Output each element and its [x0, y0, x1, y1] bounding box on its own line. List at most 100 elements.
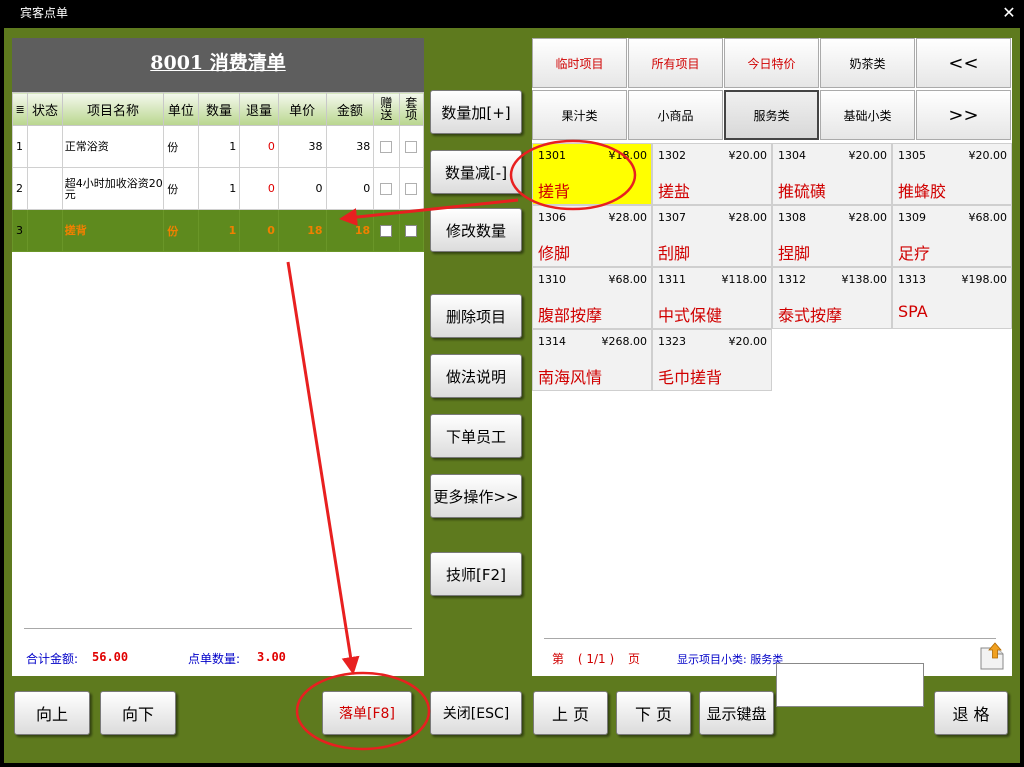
row-unit: 份 [163, 125, 199, 168]
row-price: 0 [277, 167, 327, 210]
item-code: 1312 [778, 273, 806, 286]
item-tile[interactable]: 1302 ¥20.00 搓盐 [652, 143, 772, 205]
order-count-value: 3.00 [257, 650, 286, 664]
item-price: ¥28.00 [848, 211, 888, 224]
page-word: 第 [552, 652, 565, 666]
input-field[interactable] [776, 663, 924, 707]
gift-checkbox[interactable] [380, 141, 393, 153]
item-code: 1304 [778, 149, 806, 162]
row-index: 3 [11, 209, 29, 252]
item-tile[interactable]: 1308 ¥28.00 捏脚 [772, 205, 892, 267]
tab-small-goods[interactable]: 小商品 [628, 90, 723, 140]
tab-all-items[interactable]: 所有项目 [628, 38, 723, 88]
item-name: 推蜂胶 [898, 182, 947, 201]
tab-basic-sub[interactable]: 基础小类 [820, 90, 915, 140]
prev-page-button[interactable]: 上 页 [533, 691, 608, 735]
page-suffix: 页 [627, 652, 640, 666]
tab-today-special[interactable]: 今日特价 [724, 38, 819, 88]
col-return[interactable]: 退量 [239, 92, 279, 126]
package-checkbox[interactable] [405, 225, 418, 237]
row-package-cell [398, 125, 425, 168]
row-amount: 38 [325, 125, 375, 168]
col-gift[interactable]: 赠送 [373, 92, 400, 126]
show-keyboard-button[interactable]: 显示键盘 [699, 691, 774, 735]
row-gift-cell [373, 125, 400, 168]
col-qty[interactable]: 数量 [197, 92, 241, 126]
item-tile[interactable]: 1305 ¥20.00 推蜂胶 [892, 143, 1012, 205]
package-checkbox[interactable] [405, 141, 418, 153]
main-frame: 8001 消费清单 ≣ 状态 项目名称 单位 数量 退量 单价 金额 赠送 套项… [4, 28, 1020, 763]
item-name: 腹部按摩 [538, 306, 603, 325]
tab-milk-tea[interactable]: 奶茶类 [820, 38, 915, 88]
item-price: ¥28.00 [728, 211, 768, 224]
row-return: 0 [239, 167, 279, 210]
app-window: 宾客点单 ✕ 8001 消费清单 ≣ 状态 项目名称 单位 数量 退量 单价 金… [0, 0, 1024, 767]
order-staff-button[interactable]: 下单员工 [430, 414, 522, 458]
item-name: 推硫磺 [778, 182, 827, 201]
gift-checkbox[interactable] [380, 225, 393, 237]
more-ops-button[interactable]: 更多操作>> [430, 474, 522, 518]
move-down-button[interactable]: 向下 [100, 691, 176, 735]
item-name: 泰式按摩 [778, 306, 843, 325]
col-menu[interactable]: ≣ [11, 92, 29, 126]
item-price: ¥28.00 [608, 211, 648, 224]
tab-temp-items[interactable]: 临时项目 [532, 38, 627, 88]
submit-order-button[interactable]: 落单[F8] [322, 691, 412, 735]
col-package[interactable]: 套项 [398, 92, 425, 126]
item-price: ¥118.00 [721, 273, 768, 286]
item-tile[interactable]: 1314 ¥268.00 南海风情 [532, 329, 652, 391]
tab-prev-arrow[interactable]: << [916, 38, 1011, 88]
close-button[interactable]: 关闭[ESC] [430, 691, 522, 735]
package-checkbox[interactable] [405, 183, 418, 195]
edit-qty-button[interactable]: 修改数量 [430, 208, 522, 252]
table-row-selected[interactable]: 3 搓背 份 1 0 18 18 [11, 209, 425, 252]
col-name[interactable]: 项目名称 [61, 92, 165, 126]
row-index: 2 [11, 167, 29, 210]
table-row[interactable]: 1 正常浴资 份 1 0 38 38 [11, 125, 425, 168]
item-price: ¥138.00 [841, 273, 888, 286]
table-row[interactable]: 2 超4小时加收浴资20元 份 1 0 0 0 [11, 167, 425, 210]
item-tile[interactable]: 1310 ¥68.00 腹部按摩 [532, 267, 652, 329]
next-page-button[interactable]: 下 页 [616, 691, 691, 735]
row-qty: 1 [197, 167, 241, 210]
scroll-up-icon[interactable] [980, 642, 1004, 670]
gift-checkbox[interactable] [380, 183, 393, 195]
col-price[interactable]: 单价 [277, 92, 327, 126]
item-tile[interactable]: 1304 ¥20.00 推硫磺 [772, 143, 892, 205]
backspace-button[interactable]: 退 格 [934, 691, 1008, 735]
item-tile[interactable]: 1307 ¥28.00 刮脚 [652, 205, 772, 267]
total-amount-value: 56.00 [92, 650, 129, 664]
item-code: 1306 [538, 211, 566, 224]
item-tile[interactable]: 1306 ¥28.00 修脚 [532, 205, 652, 267]
col-amount[interactable]: 金额 [325, 92, 375, 126]
tab-next-arrow[interactable]: >> [916, 90, 1011, 140]
row-package-cell [398, 167, 425, 210]
item-tile[interactable]: 1309 ¥68.00 足疗 [892, 205, 1012, 267]
item-code: 1310 [538, 273, 566, 286]
item-tile[interactable]: 1313 ¥198.00 SPA [892, 267, 1012, 329]
row-name: 超4小时加收浴资20元 [61, 167, 165, 210]
col-unit[interactable]: 单位 [163, 92, 199, 126]
item-tile[interactable]: 1323 ¥20.00 毛巾搓背 [652, 329, 772, 391]
paging-divider [544, 638, 996, 639]
delete-item-button[interactable]: 删除项目 [430, 294, 522, 338]
qty-minus-button[interactable]: 数量减[-] [430, 150, 522, 194]
col-status[interactable]: 状态 [27, 92, 63, 126]
technician-button[interactable]: 技师[F2] [430, 552, 522, 596]
close-icon[interactable]: ✕ [1000, 0, 1018, 26]
item-price: ¥18.00 [608, 149, 648, 162]
item-tile[interactable]: 1311 ¥118.00 中式保健 [652, 267, 772, 329]
tab-juice[interactable]: 果汁类 [532, 90, 627, 140]
page-indicator: 第 ( 1/1 ) 页 [552, 650, 650, 667]
item-code: 1314 [538, 335, 566, 348]
item-code: 1323 [658, 335, 686, 348]
title-bar: 宾客点单 ✕ [0, 0, 1024, 26]
row-status [27, 167, 63, 210]
method-note-button[interactable]: 做法说明 [430, 354, 522, 398]
move-up-button[interactable]: 向上 [14, 691, 90, 735]
item-tile[interactable]: 1301 ¥18.00 搓背 [532, 143, 652, 205]
qty-plus-button[interactable]: 数量加[+] [430, 90, 522, 134]
item-tile[interactable]: 1312 ¥138.00 泰式按摩 [772, 267, 892, 329]
tab-services[interactable]: 服务类 [724, 90, 819, 140]
total-amount-label: 合计金额: [26, 652, 79, 666]
